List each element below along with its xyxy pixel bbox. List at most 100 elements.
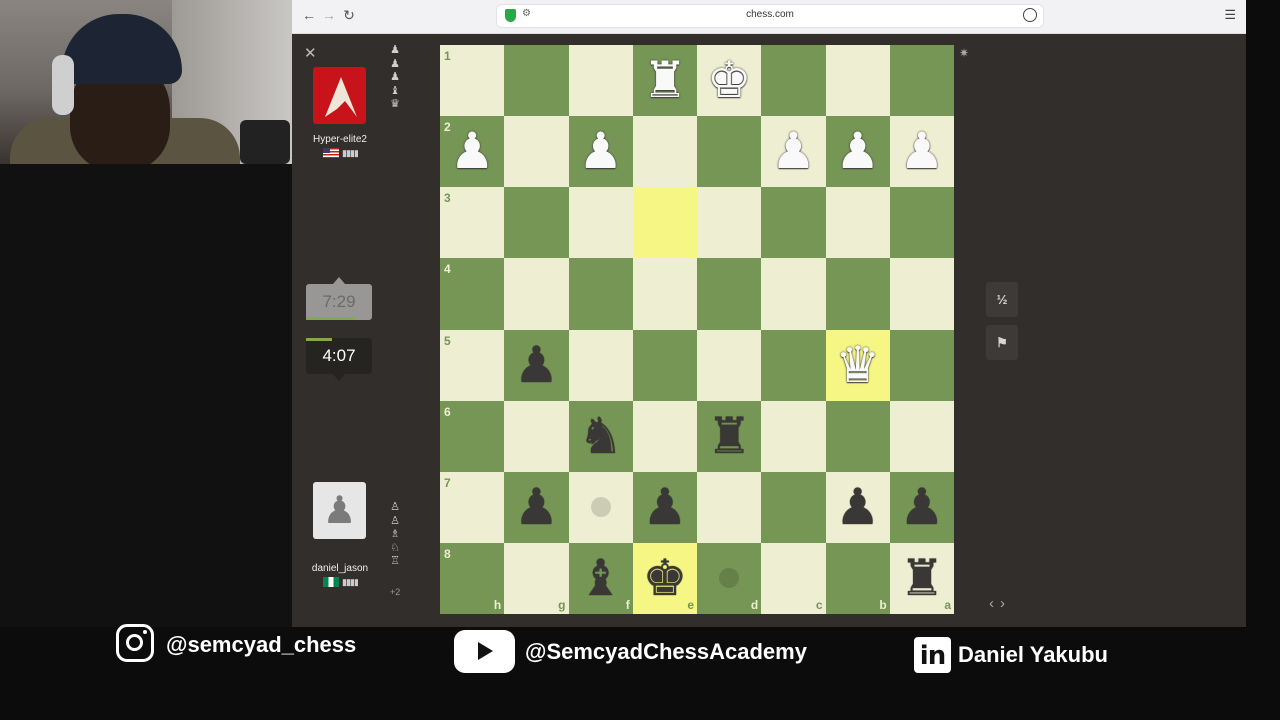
address-bar[interactable]: ⚙ chess.com [496,4,1044,28]
square-b7[interactable]: ♟ [825,471,890,543]
square-c5[interactable] [761,329,826,401]
black-piece-icon[interactable]: ♞ [569,401,633,472]
white-piece-icon[interactable]: ♟ [569,116,633,187]
square-b5[interactable]: ♛ [825,329,890,401]
black-piece-icon[interactable]: ♟ [633,472,697,543]
white-piece-icon[interactable]: ♟ [440,116,504,187]
square-b6[interactable] [825,400,890,472]
square-c8[interactable]: c [761,542,826,614]
square-f8[interactable]: f ♝ [568,542,633,614]
square-f2[interactable]: ♟ [568,116,633,188]
square-d5[interactable] [697,329,762,401]
square-h1[interactable]: 1 [440,45,505,117]
square-a7[interactable]: ♟ [889,471,954,543]
black-piece-icon[interactable]: ♚ [633,543,697,614]
square-a8[interactable]: a ♜ [889,542,954,614]
square-g3[interactable] [504,187,569,259]
chess-board[interactable]: 1 ♜ ♚ 2 ♟ ♟ ♟ ♟ ♟ 3 4 5 ♟ ♛ 6 ♞ ♜ 7 ♟ ♟ ♟ ♟ 8 h g f ♝ e ♚ d c b a ♜ [440,45,954,614]
white-piece-icon[interactable]: ♟ [761,116,825,187]
square-h2[interactable]: 2 ♟ [440,116,505,188]
square-g8[interactable]: g [504,542,569,614]
white-piece-icon[interactable]: ♛ [826,330,890,401]
square-d6[interactable]: ♜ [697,400,762,472]
offer-draw-button[interactable]: ½ [986,282,1018,317]
square-h6[interactable]: 6 [440,400,505,472]
square-d8[interactable]: d [697,542,762,614]
square-c1[interactable] [761,45,826,117]
white-piece-icon[interactable]: ♟ [890,116,954,187]
square-b4[interactable] [825,258,890,330]
black-piece-icon[interactable]: ♜ [697,401,761,472]
square-f5[interactable] [568,329,633,401]
black-piece-icon[interactable]: ♟ [826,472,890,543]
square-a3[interactable] [889,187,954,259]
square-a4[interactable] [889,258,954,330]
square-a2[interactable]: ♟ [889,116,954,188]
square-d1[interactable]: ♚ [697,45,762,117]
square-b2[interactable]: ♟ [825,116,890,188]
square-g7[interactable]: ♟ [504,471,569,543]
square-g6[interactable] [504,400,569,472]
square-h5[interactable]: 5 [440,329,505,401]
board-settings-icon[interactable]: ✷ [959,46,969,60]
square-e7[interactable]: ♟ [632,471,697,543]
black-piece-icon[interactable]: ♜ [890,543,954,614]
white-piece-icon[interactable]: ♚ [697,45,761,116]
square-c7[interactable] [761,471,826,543]
square-h4[interactable]: 4 [440,258,505,330]
square-f1[interactable] [568,45,633,117]
square-e1[interactable]: ♜ [632,45,697,117]
square-g4[interactable] [504,258,569,330]
square-c3[interactable] [761,187,826,259]
white-piece-icon[interactable]: ♟ [826,116,890,187]
square-c2[interactable]: ♟ [761,116,826,188]
square-b1[interactable] [825,45,890,117]
square-c6[interactable] [761,400,826,472]
opponent-avatar[interactable] [313,67,366,124]
menu-icon[interactable]: ☰ [1224,7,1236,23]
square-h7[interactable]: 7 [440,471,505,543]
square-e8[interactable]: e ♚ [632,542,697,614]
square-e4[interactable] [632,258,697,330]
black-piece-icon[interactable]: ♟ [504,472,568,543]
black-piece-icon[interactable]: ♝ [569,543,633,614]
square-h3[interactable]: 3 [440,187,505,259]
square-f4[interactable] [568,258,633,330]
white-piece-icon[interactable]: ♜ [633,45,697,116]
square-f6[interactable]: ♞ [568,400,633,472]
square-d3[interactable] [697,187,762,259]
square-c4[interactable] [761,258,826,330]
square-a6[interactable] [889,400,954,472]
square-g2[interactable] [504,116,569,188]
square-g5[interactable]: ♟ [504,329,569,401]
square-b8[interactable]: b [825,542,890,614]
square-d2[interactable] [697,116,762,188]
square-e5[interactable] [632,329,697,401]
opponent-name[interactable]: Hyper-elite2 [298,134,382,145]
black-piece-icon[interactable]: ♟ [890,472,954,543]
player-name[interactable]: daniel_jason [298,563,382,574]
resign-button[interactable]: ⚑ [986,325,1018,360]
move-hint-dot[interactable] [590,496,611,517]
back-icon[interactable]: ← [300,6,318,24]
assistant-icon[interactable] [1023,8,1037,22]
square-b3[interactable] [825,187,890,259]
square-g1[interactable] [504,45,569,117]
square-d7[interactable] [697,471,762,543]
square-e3[interactable] [632,187,697,259]
square-a5[interactable] [889,329,954,401]
forward-icon[interactable]: → [320,6,338,24]
square-e2[interactable] [632,116,697,188]
previous-move-icon[interactable]: ‹ [989,595,1000,612]
square-a1[interactable] [889,45,954,117]
move-hint-dot[interactable] [719,567,739,588]
square-f7[interactable] [568,471,633,543]
square-e6[interactable] [632,400,697,472]
reload-icon[interactable]: ↻ [340,6,358,24]
square-f3[interactable] [568,187,633,259]
square-h8[interactable]: 8h [440,542,505,614]
square-d4[interactable] [697,258,762,330]
player-avatar[interactable]: ♟ [313,482,366,539]
next-move-icon[interactable]: › [1000,595,1011,612]
black-piece-icon[interactable]: ♟ [504,330,568,401]
